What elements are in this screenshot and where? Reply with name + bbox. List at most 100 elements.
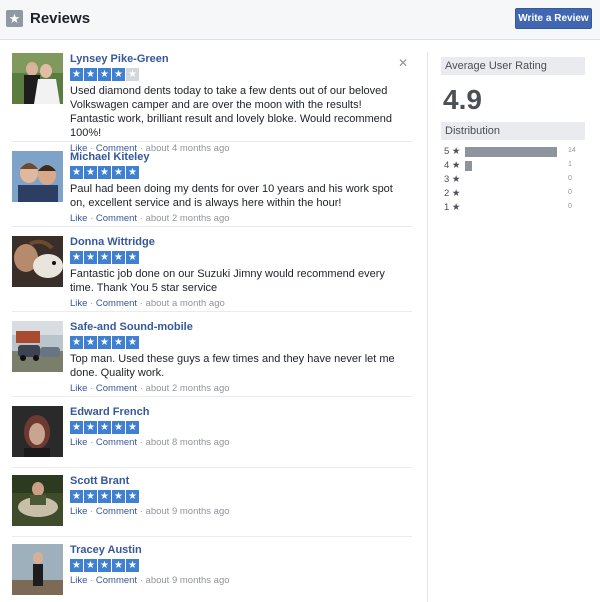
distribution-row[interactable]: 3 ★ 0 (444, 174, 584, 186)
distribution-bar (465, 147, 557, 157)
star-icon: ★ (70, 559, 83, 572)
star-icon: ★ (98, 68, 111, 81)
star-icon: ★ (126, 559, 139, 572)
review-actions: Like · Comment · about 8 months ago (70, 437, 230, 448)
star-icon: ★ (112, 490, 125, 503)
divider (12, 536, 412, 537)
reviewer-name[interactable]: Donna Wittridge (70, 236, 400, 249)
distribution-bar-track (465, 189, 561, 199)
star-icon: ★ (70, 68, 83, 81)
review-text: Paul had been doing my dents for over 10… (70, 183, 393, 209)
comment-link[interactable]: Comment (96, 213, 137, 224)
star-icon: ★ (98, 559, 111, 572)
distribution-count: 0 (568, 175, 572, 182)
avatar[interactable] (12, 475, 63, 526)
review-text: Top man. Used these guys a few times and… (70, 353, 395, 379)
avatar[interactable] (12, 544, 63, 595)
review-timestamp[interactable]: about 9 months ago (146, 575, 230, 586)
reviewer-name[interactable]: Tracey Austin (70, 544, 400, 557)
comment-link[interactable]: Comment (96, 437, 137, 448)
distribution-row[interactable]: 4 ★ 1 (444, 160, 584, 172)
like-link[interactable]: Like (70, 298, 87, 309)
star-icon: ★ (126, 166, 139, 179)
star-icon: ★ (84, 68, 97, 81)
review-timestamp[interactable]: about 9 months ago (146, 506, 230, 517)
comment-link[interactable]: Comment (96, 506, 137, 517)
star-icon: ★ (126, 336, 139, 349)
star-icon: ★ (84, 490, 97, 503)
avatar[interactable] (12, 321, 63, 372)
comment-link[interactable]: Comment (96, 298, 137, 309)
like-link[interactable]: Like (70, 506, 87, 517)
star-icon: ★ (84, 251, 97, 264)
star-rating: ★ ★ ★ ★ ★ (70, 490, 400, 503)
star-icon: ★ (70, 251, 83, 264)
divider (12, 467, 412, 468)
reviewer-name[interactable]: Edward French (70, 406, 400, 419)
reviewer-name[interactable]: Michael Kiteley (70, 151, 400, 164)
review-actions: Like · Comment · about 2 months ago (70, 213, 230, 224)
reviewer-name[interactable]: Safe-and Sound-mobile (70, 321, 400, 334)
divider (12, 141, 412, 142)
star-icon: ★ (84, 559, 97, 572)
distribution-label: 5 ★ (444, 146, 461, 157)
like-link[interactable]: Like (70, 575, 87, 586)
star-icon: ★ (112, 68, 125, 81)
review-actions: Like · Comment · about 2 months ago (70, 383, 230, 394)
distribution-bar (465, 161, 472, 171)
like-link[interactable]: Like (70, 437, 87, 448)
star-icon: ★ (6, 10, 23, 27)
distribution-row[interactable]: 5 ★ 14 (444, 146, 584, 158)
page-title: Reviews (30, 10, 91, 27)
divider (12, 311, 412, 312)
write-review-button[interactable]: Write a Review (515, 8, 592, 29)
avatar[interactable] (12, 406, 63, 457)
star-icon: ★ (112, 251, 125, 264)
star-icon: ★ (84, 336, 97, 349)
review-timestamp[interactable]: about 2 months ago (146, 383, 230, 394)
review-timestamp[interactable]: about 8 months ago (146, 437, 230, 448)
review-text: Fantastic job done on our Suzuki Jimny w… (70, 268, 385, 294)
star-icon: ★ (126, 251, 139, 264)
distribution-row[interactable]: 2 ★ 0 (444, 188, 584, 200)
divider (12, 396, 412, 397)
star-rating: ★ ★ ★ ★ ★ (70, 251, 400, 264)
like-link[interactable]: Like (70, 213, 87, 224)
avatar[interactable] (12, 53, 63, 104)
reviewer-name[interactable]: Lynsey Pike-Green (70, 53, 400, 66)
star-rating: ★ ★ ★ ★ ★ (70, 166, 400, 179)
star-rating: ★ ★ ★ ★ ★ (70, 559, 400, 572)
page-header: ★ Reviews Write a Review (0, 0, 600, 40)
distribution-bar-track (465, 161, 561, 171)
avatar[interactable] (12, 236, 63, 287)
comment-link[interactable]: Comment (96, 575, 137, 586)
review-timestamp[interactable]: about 2 months ago (146, 213, 230, 224)
distribution-count: 0 (568, 189, 572, 196)
reviewer-name[interactable]: Scott Brant (70, 475, 400, 488)
distribution-label: 2 ★ (444, 188, 461, 199)
star-icon: ★ (98, 336, 111, 349)
star-icon: ★ (112, 559, 125, 572)
star-icon: ★ (98, 421, 111, 434)
star-icon: ★ (98, 490, 111, 503)
star-rating: ★ ★ ★ ★ ★ (70, 68, 400, 81)
star-icon: ★ (98, 166, 111, 179)
review-timestamp[interactable]: about a month ago (146, 298, 225, 309)
distribution-row[interactable]: 1 ★ 0 (444, 202, 584, 214)
avatar[interactable] (12, 151, 63, 202)
star-icon: ★ (126, 421, 139, 434)
star-icon: ★ (126, 490, 139, 503)
star-icon: ★ (70, 421, 83, 434)
comment-link[interactable]: Comment (96, 383, 137, 394)
distribution-label: 4 ★ (444, 160, 461, 171)
star-icon: ★ (84, 421, 97, 434)
distribution-bar-track (465, 203, 561, 213)
review-actions: Like · Comment · about a month ago (70, 298, 225, 309)
like-link[interactable]: Like (70, 383, 87, 394)
star-rating: ★ ★ ★ ★ ★ (70, 336, 400, 349)
review-actions: Like · Comment · about 9 months ago (70, 506, 230, 517)
star-icon: ★ (70, 336, 83, 349)
distribution-bar-track (465, 147, 561, 157)
star-empty-icon: ★ (126, 68, 139, 81)
distribution-label: 3 ★ (444, 174, 461, 185)
